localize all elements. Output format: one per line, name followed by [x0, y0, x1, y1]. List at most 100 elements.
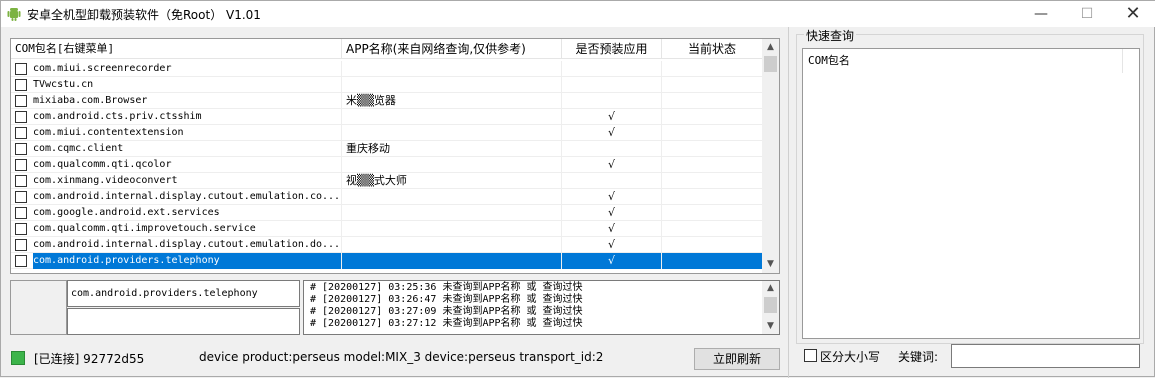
column-header-status[interactable]: 当前状态 [662, 39, 762, 59]
list-header: COM包名[右键菜单] APP名称(来自网络查询,仅供参考) 是否预装应用 当前… [11, 39, 763, 59]
row-checkbox[interactable] [15, 63, 27, 75]
quick-list-header[interactable]: COM包名 [803, 49, 1123, 73]
row-preinstalled: √ [562, 189, 662, 205]
connection-status: [已连接] 92772d55 [34, 352, 145, 366]
row-checkbox[interactable] [15, 159, 27, 171]
main-window: 安卓全机型卸载预装软件（免Root） V1.01 — ☐ ✕ COM包名[右键菜… [0, 0, 1155, 378]
quick-search-label: 快速查询 [804, 27, 857, 44]
row-app-name: 重庆移动 [342, 141, 562, 157]
row-status [662, 77, 762, 93]
row-status [662, 61, 762, 77]
row-package: com.google.android.ext.services [33, 205, 342, 221]
refresh-button[interactable]: 立即刷新 [694, 348, 780, 370]
row-checkbox[interactable] [15, 207, 27, 219]
table-row[interactable]: mixiaba.com.Browser 米▒▒览器 [11, 93, 763, 109]
row-status [662, 109, 762, 125]
window-title: 安卓全机型卸载预装软件（免Root） V1.01 [27, 8, 261, 22]
row-package: com.cqmc.client [33, 141, 342, 157]
row-app-name [342, 61, 562, 77]
row-checkbox[interactable] [15, 191, 27, 203]
row-status [662, 253, 762, 269]
row-package: com.miui.contentextension [33, 125, 342, 141]
table-row[interactable]: com.android.cts.priv.ctsshim √ [11, 109, 763, 125]
column-header-preinstalled[interactable]: 是否预装应用 [562, 39, 662, 59]
scroll-thumb[interactable] [764, 297, 777, 313]
table-row[interactable]: com.qualcomm.qti.qcolor √ [11, 157, 763, 173]
quick-search-list[interactable]: COM包名 [802, 48, 1140, 339]
log-line: # [20200127] 03:25:36 未查询到APP名称 或 查询过快 [310, 282, 583, 293]
scroll-thumb[interactable] [764, 56, 777, 72]
table-row[interactable]: com.cqmc.client 重庆移动 [11, 141, 763, 157]
row-status [662, 221, 762, 237]
device-info: device product:perseus model:MIX_3 devic… [199, 350, 604, 364]
android-icon [7, 8, 21, 21]
table-row[interactable]: com.android.internal.display.cutout.emul… [11, 189, 763, 205]
row-package: com.xinmang.videoconvert [33, 173, 342, 189]
log-line: # [20200127] 03:26:47 未查询到APP名称 或 查询过快 [310, 294, 583, 305]
row-app-name [342, 77, 562, 93]
row-package: TVwcstu.cn [33, 77, 342, 93]
row-package: com.android.providers.telephony [33, 253, 342, 269]
row-status [662, 93, 762, 109]
log-box[interactable]: # [20200127] 03:25:36 未查询到APP名称 或 查询过快 #… [303, 280, 780, 335]
row-preinstalled [562, 61, 662, 77]
scroll-down-icon[interactable]: ▼ [762, 256, 779, 273]
row-preinstalled: √ [562, 237, 662, 253]
row-package: com.miui.screenrecorder [33, 61, 342, 77]
table-row[interactable]: com.android.internal.display.cutout.emul… [11, 237, 763, 253]
row-app-name [342, 109, 562, 125]
row-preinstalled [562, 77, 662, 93]
maximize-button[interactable]: ☐ [1064, 1, 1110, 27]
row-status [662, 157, 762, 173]
list-scrollbar[interactable]: ▲ ▼ [762, 39, 779, 273]
log-scrollbar[interactable]: ▲ ▼ [762, 281, 779, 334]
scroll-up-icon[interactable]: ▲ [762, 281, 779, 296]
column-header-app-name[interactable]: APP名称(来自网络查询,仅供参考) [342, 39, 562, 59]
table-row[interactable]: com.miui.contentextension √ [11, 125, 763, 141]
row-checkbox[interactable] [15, 111, 27, 123]
row-preinstalled: √ [562, 253, 662, 269]
row-preinstalled: √ [562, 109, 662, 125]
table-row[interactable]: com.google.android.ext.services √ [11, 205, 763, 221]
table-row[interactable]: com.miui.screenrecorder [11, 61, 763, 77]
row-checkbox[interactable] [15, 255, 27, 267]
row-checkbox[interactable] [15, 175, 27, 187]
row-status [662, 205, 762, 221]
row-status [662, 125, 762, 141]
second-field[interactable] [67, 308, 300, 335]
row-checkbox[interactable] [15, 79, 27, 91]
row-preinstalled [562, 173, 662, 189]
row-status [662, 189, 762, 205]
table-row[interactable]: com.xinmang.videoconvert 视▒▒式大师 [11, 173, 763, 189]
log-line: # [20200127] 03:27:09 未查询到APP名称 或 查询过快 [310, 306, 583, 317]
table-row[interactable]: com.qualcomm.qti.improvetouch.service √ [11, 221, 763, 237]
row-checkbox[interactable] [15, 95, 27, 107]
row-app-name [342, 157, 562, 173]
close-button[interactable]: ✕ [1110, 1, 1155, 27]
row-checkbox[interactable] [15, 239, 27, 251]
list-rows: com.miui.screenrecorder TVwcstu.cn mixiaba… [11, 61, 763, 269]
row-package: com.qualcomm.qti.qcolor [33, 157, 342, 173]
minimize-button[interactable]: — [1018, 1, 1064, 27]
scroll-up-icon[interactable]: ▲ [762, 39, 779, 56]
row-package: com.android.internal.display.cutout.emul… [33, 189, 342, 205]
row-preinstalled [562, 93, 662, 109]
row-checkbox[interactable] [15, 127, 27, 139]
panel-divider [788, 27, 789, 378]
table-row[interactable]: TVwcstu.cn [11, 77, 763, 93]
keyword-input[interactable] [951, 344, 1140, 368]
case-sensitive-label: 区分大小写 [820, 350, 881, 364]
table-row[interactable]: com.android.providers.telephony √ [11, 253, 763, 269]
row-checkbox[interactable] [15, 143, 27, 155]
case-sensitive-checkbox[interactable] [804, 349, 817, 362]
package-field[interactable]: com.android.providers.telephony [67, 280, 300, 307]
scroll-down-icon[interactable]: ▼ [762, 319, 779, 334]
row-package: com.android.internal.display.cutout.emul… [33, 237, 342, 253]
row-package: com.qualcomm.qti.improvetouch.service [33, 221, 342, 237]
package-list[interactable]: COM包名[右键菜单] APP名称(来自网络查询,仅供参考) 是否预装应用 当前… [10, 38, 780, 274]
row-app-name [342, 221, 562, 237]
row-checkbox[interactable] [15, 223, 27, 235]
column-header-package[interactable]: COM包名[右键菜单] [11, 39, 342, 59]
row-app-name [342, 237, 562, 253]
row-status [662, 237, 762, 253]
